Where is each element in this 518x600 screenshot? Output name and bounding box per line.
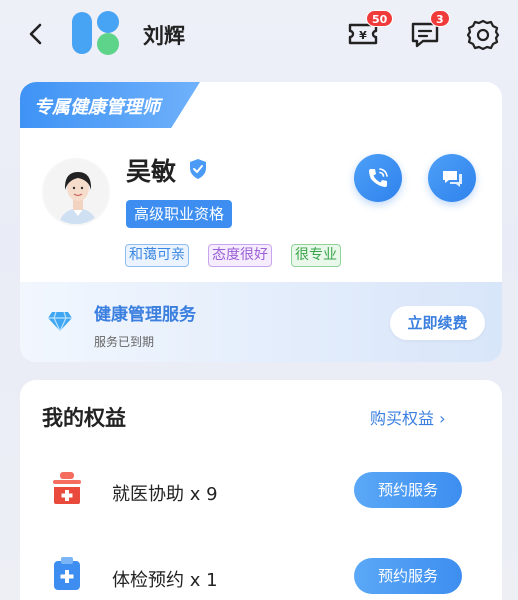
- benefits-card: 我的权益 购买权益 › 就医协助 x 9 预约服务 体检预约 x 1 预约服务: [20, 380, 502, 600]
- back-arrow-icon[interactable]: [22, 20, 50, 48]
- section-tag-label: 专属健康管理师: [34, 97, 160, 118]
- manager-name: 吴敏: [126, 157, 177, 186]
- verified-shield-icon: [190, 159, 206, 179]
- book-service-button[interactable]: 预约服务: [354, 472, 462, 508]
- chat-button[interactable]: [428, 154, 476, 202]
- trait-tag: 和蔼可亲: [125, 244, 189, 267]
- checkup-clipboard-icon: [54, 557, 80, 590]
- app-header: 刘辉 ¥ 50 3: [0, 0, 518, 72]
- diamond-icon: [48, 311, 72, 332]
- call-button[interactable]: [354, 154, 402, 202]
- message-count-badge: 3: [430, 10, 450, 27]
- service-title: 健康管理服务: [94, 305, 196, 325]
- section-tag: 专属健康管理师: [20, 82, 200, 128]
- settings-gear-icon[interactable]: [466, 18, 500, 50]
- book-service-button[interactable]: 预约服务: [354, 558, 462, 594]
- coupon-count-badge: 50: [366, 10, 394, 27]
- trait-tag: 态度很好: [208, 244, 272, 267]
- coupon-symbol: ¥: [359, 29, 367, 42]
- benefits-title: 我的权益: [42, 406, 126, 430]
- benefit-label: 体检预约 x 1: [112, 570, 218, 591]
- health-service-bar: 健康管理服务 服务已到期 立即续费: [20, 282, 502, 362]
- buy-benefits-link[interactable]: 购买权益 ›: [370, 405, 446, 429]
- phone-icon: [369, 168, 388, 187]
- service-status: 服务已到期: [94, 335, 155, 349]
- chat-bubble-icon: [443, 171, 462, 187]
- manager-avatar[interactable]: [42, 158, 110, 226]
- medical-kit-icon: [53, 472, 81, 504]
- user-name: 刘辉: [143, 24, 185, 48]
- app-logo: [72, 11, 119, 55]
- benefit-label: 就医协助 x 9: [112, 484, 218, 505]
- health-manager-card: 专属健康管理师 吴敏 高级职业资格 和蔼可亲 态度很好 很专业 健康管理服务 服…: [20, 82, 502, 362]
- qualification-badge: 高级职业资格: [126, 200, 233, 228]
- renew-button[interactable]: 立即续费: [390, 306, 485, 340]
- trait-tag: 很专业: [291, 244, 341, 267]
